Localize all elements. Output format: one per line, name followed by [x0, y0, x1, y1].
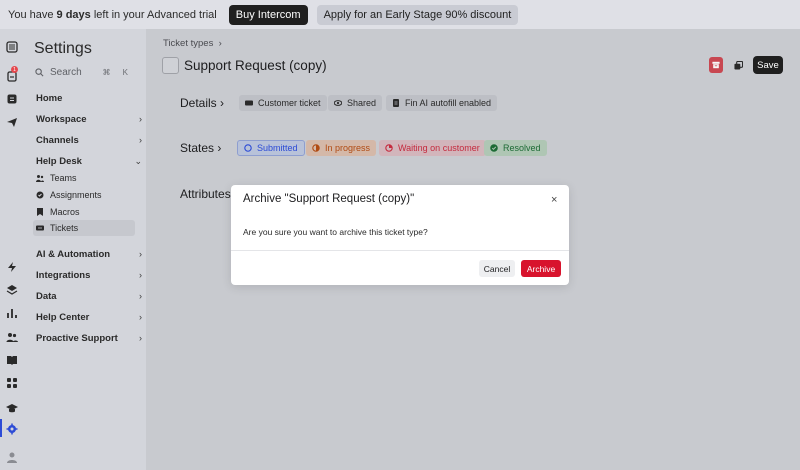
search-shortcut: ⌘ K [102, 67, 133, 77]
settings-title: Settings [34, 40, 92, 57]
eye-icon [334, 100, 342, 106]
nav-item-data[interactable]: Data › [36, 289, 142, 303]
assignments-icon [36, 191, 44, 199]
dialog-divider [231, 250, 569, 251]
search-placeholder: Search [50, 66, 82, 78]
chevron-right-icon: › [220, 96, 225, 110]
ticket-type-emoji-picker[interactable] [162, 57, 179, 74]
nav-item-home[interactable]: Home [36, 91, 136, 105]
cancel-button[interactable]: Cancel [479, 260, 515, 277]
academy-icon[interactable] [5, 401, 18, 414]
search-icon [35, 67, 44, 76]
sub-item-macros[interactable]: Macros [36, 205, 138, 219]
macros-icon [36, 208, 44, 216]
archive-icon-button[interactable] [709, 57, 723, 73]
lightning-icon[interactable] [5, 260, 18, 273]
apps-icon[interactable] [5, 376, 18, 389]
circle-outline-icon [244, 144, 252, 152]
active-indicator [0, 419, 2, 437]
buy-intercom-button[interactable]: Buy Intercom [228, 4, 308, 25]
chevron-right-icon: › [139, 312, 142, 322]
save-button[interactable]: Save [753, 56, 783, 74]
chip-fin-ai-autofill: Fin AI autofill enabled [386, 95, 498, 111]
check-circle-icon [490, 144, 498, 152]
details-section-link[interactable]: Details › [180, 96, 224, 110]
chevron-down-icon: ⌄ [134, 155, 142, 166]
nav-item-channels[interactable]: Channels › [36, 133, 142, 147]
chevron-right-icon: › [139, 333, 142, 343]
states-section-link[interactable]: States › [180, 141, 221, 155]
trial-banner: You have 9 days left in your Advanced tr… [0, 0, 800, 29]
chevron-right-icon: › [139, 249, 142, 259]
chip-customer-ticket: Customer ticket [239, 95, 327, 111]
settings-sidebar: Settings Search ⌘ K Home Workspace › Chan… [23, 29, 146, 470]
archive-button[interactable]: Archive [521, 260, 561, 277]
nav-item-ai-automation[interactable]: AI & Automation › [36, 247, 142, 261]
nav-item-help-desk[interactable]: Help Desk ⌄ [36, 154, 142, 168]
document-icon [393, 99, 399, 107]
inbox-icon[interactable] [5, 40, 18, 53]
ticket-icon [245, 100, 253, 106]
sub-item-tickets[interactable]: Tickets [33, 220, 135, 236]
page-title: Support Request (copy) [184, 58, 327, 73]
bar-chart-icon[interactable] [5, 306, 18, 319]
dialog-message: Are you sure you want to archive this ti… [243, 227, 428, 237]
nav-item-help-center[interactable]: Help Center › [36, 310, 142, 324]
archive-icon [712, 61, 720, 69]
app-rail: 1 [0, 29, 23, 470]
notification-badge: 1 [11, 66, 18, 73]
sub-item-teams[interactable]: Teams [36, 171, 138, 185]
chevron-right-icon: › [217, 141, 222, 155]
state-waiting-on-customer: Waiting on customer [379, 140, 486, 156]
settings-search-input[interactable]: Search ⌘ K [31, 63, 135, 81]
duplicate-icon [733, 60, 743, 70]
settings-icon[interactable] [5, 422, 18, 435]
outbound-icon[interactable] [5, 115, 18, 128]
state-submitted: Submitted [237, 140, 305, 156]
chevron-right-icon: › [139, 270, 142, 280]
contacts-icon[interactable] [5, 330, 18, 343]
pie-circle-icon [385, 144, 393, 152]
trial-text: You have 9 days left in your Advanced tr… [8, 8, 217, 21]
state-in-progress: In progress [306, 140, 377, 156]
reports-icon[interactable] [5, 92, 18, 105]
apply-discount-button[interactable]: Apply for an Early Stage 90% discount [316, 4, 519, 25]
nav-item-proactive-support[interactable]: Proactive Support › [36, 331, 142, 345]
duplicate-icon-button[interactable] [731, 57, 745, 73]
sub-item-assignments[interactable]: Assignments [36, 188, 138, 202]
chevron-right-icon: › [139, 114, 142, 124]
breadcrumb-chevron-icon: › [218, 38, 222, 49]
chevron-right-icon: › [139, 291, 142, 301]
book-icon[interactable] [5, 353, 18, 366]
archive-confirm-dialog: Archive "Support Request (copy)" × Are y… [231, 185, 569, 285]
tickets-icon [36, 224, 44, 232]
attributes-section-label: Attributes [180, 187, 231, 201]
nav-item-workspace[interactable]: Workspace › [36, 112, 142, 126]
teams-icon [36, 174, 44, 182]
avatar-icon[interactable] [5, 450, 18, 463]
breadcrumb[interactable]: Ticket types › [163, 38, 222, 49]
state-resolved: Resolved [484, 140, 547, 156]
layers-icon[interactable] [5, 283, 18, 296]
dialog-title: Archive "Support Request (copy)" [243, 193, 415, 205]
nav-item-integrations[interactable]: Integrations › [36, 268, 142, 282]
chip-shared: Shared [328, 95, 383, 111]
chevron-right-icon: › [139, 135, 142, 145]
half-circle-icon [312, 144, 320, 152]
close-icon[interactable]: × [551, 195, 557, 206]
